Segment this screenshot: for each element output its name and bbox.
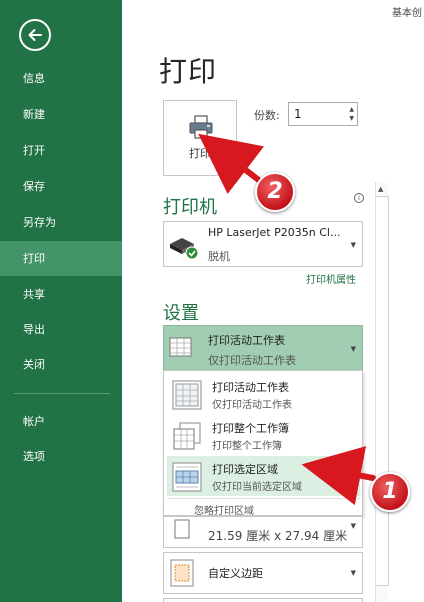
annotation-badge-1: 1	[370, 472, 410, 512]
annotation-arrow-2	[198, 133, 265, 195]
annotation-badge-2: 2	[255, 172, 295, 212]
annotation-arrow-1	[301, 446, 376, 506]
annotation-arrows	[198, 133, 376, 506]
